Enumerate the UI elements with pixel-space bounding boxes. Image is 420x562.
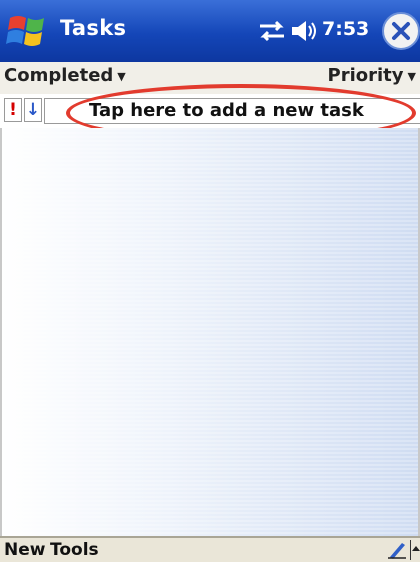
priority-button[interactable]: ! [4,98,22,122]
connectivity-icon[interactable] [256,16,288,46]
close-icon [392,22,410,40]
new-task-input[interactable]: Tap here to add a new task [44,98,420,124]
new-menu[interactable]: New [4,540,45,560]
task-list[interactable] [0,128,420,536]
low-priority-button[interactable]: ↓ [24,98,42,122]
clock[interactable]: 7:53 [322,18,369,40]
sort-dropdown[interactable]: Priority ▼ [328,65,416,86]
windows-flag-icon[interactable] [4,10,52,54]
menu-bar: New Tools [0,536,420,562]
title-bar: Tasks 7:53 [0,0,420,62]
app-title: Tasks [60,16,127,40]
sort-label: Priority [327,65,404,86]
entry-bar: ! ↓ Tap here to add a new task [0,94,420,130]
chevron-down-icon: ▼ [117,69,126,83]
category-filter-dropdown[interactable]: Completed ▼ [4,65,126,86]
input-panel-toggle[interactable] [410,540,420,560]
list-border-left [0,128,2,536]
speaker-icon[interactable] [290,18,320,44]
pen-icon[interactable] [386,540,408,560]
category-filter-label: Completed [4,65,114,86]
filter-bar: Completed ▼ Priority ▼ [0,62,420,95]
tools-menu[interactable]: Tools [50,540,99,560]
chevron-down-icon: ▼ [407,69,416,83]
close-button[interactable] [382,12,420,50]
